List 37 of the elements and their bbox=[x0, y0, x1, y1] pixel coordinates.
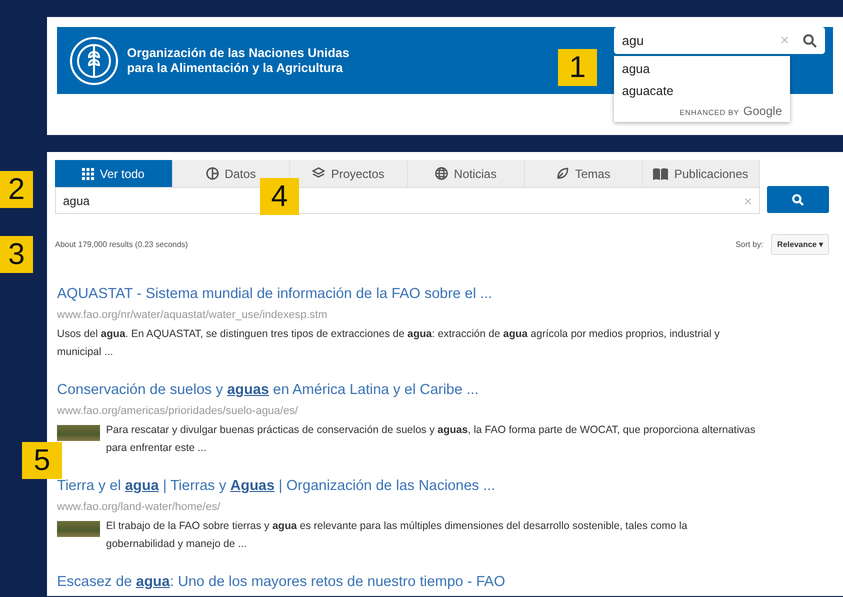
results-count: About 179,000 results (0.23 seconds) bbox=[55, 240, 188, 249]
callout-number: 4 bbox=[260, 178, 299, 215]
organization-name: Organización de las Naciones Unidas bbox=[127, 46, 350, 60]
callout-number: 2 bbox=[0, 171, 33, 208]
result-title-link[interactable]: Conservación de suelos y aguas en América Latina y el Caribe ... bbox=[57, 379, 757, 401]
tab[interactable]: Ver todo bbox=[55, 160, 172, 187]
callout-number: 3 bbox=[0, 236, 33, 273]
result-snippet: El trabajo de la FAO sobre tierras y agua es relevante para las múltiples dimensiones del desarrollo sostenible, tales como la gobernabilidad y manejo de ... bbox=[106, 519, 688, 552]
wheat-emblem-icon bbox=[69, 36, 119, 86]
result-snippet: Para rescatar y divulgar buenas prácticas de conservación de suelos y aguas, la FAO forma parte de WOCAT, que proporciona alternativas para enfrentar este ... bbox=[106, 423, 756, 456]
result-title-link[interactable]: AQUASTAT - Sistema mundial de información de la FAO sobre el ... bbox=[57, 283, 757, 305]
sort-dropdown[interactable]: Relevance ▾ bbox=[771, 234, 829, 255]
tab[interactable]: Noticias bbox=[408, 160, 525, 187]
pie-chart-icon bbox=[206, 167, 219, 180]
tab[interactable]: Publicaciones bbox=[642, 160, 760, 187]
search-button[interactable] bbox=[767, 186, 829, 213]
leaf-icon bbox=[556, 167, 570, 180]
callout-number: 1 bbox=[558, 49, 597, 86]
book-icon bbox=[653, 168, 668, 180]
result-url: www.fao.org/land-water/home/es/ bbox=[57, 500, 222, 515]
search-icon[interactable] bbox=[803, 34, 817, 48]
grid-icon bbox=[82, 168, 94, 180]
result-snippet: Usos del agua. En AQUASTAT, se distinguen tres tipos de extracciones de agua: extracción de agua agrícola por medios proprios, industrial y municipal ... bbox=[57, 327, 721, 360]
tab[interactable]: Temas bbox=[525, 160, 642, 187]
organization-name: para la Alimentación y la Agricultura bbox=[127, 60, 344, 76]
google-label: Google bbox=[743, 104, 782, 118]
sort-label: Sort by: bbox=[736, 240, 764, 249]
search-icon bbox=[792, 194, 804, 206]
search-field[interactable]: agu × bbox=[614, 27, 825, 54]
layers-icon bbox=[312, 167, 326, 180]
callout-number: 5 bbox=[22, 442, 62, 479]
result-url: www.fao.org/nr/water/aquastat/water_use/indexesp.stm bbox=[57, 308, 328, 323]
result-title-link[interactable]: Escasez de agua: Uno de los mayores retos de nuestro tiempo - FAO bbox=[57, 571, 757, 593]
suggestion-item[interactable]: agua bbox=[614, 58, 790, 80]
globe-icon bbox=[434, 167, 448, 180]
result-url: www.fao.org/americas/prioridades/suelo-agua/es/ bbox=[57, 404, 299, 419]
suggestion-item[interactable]: aguacate bbox=[614, 80, 790, 102]
